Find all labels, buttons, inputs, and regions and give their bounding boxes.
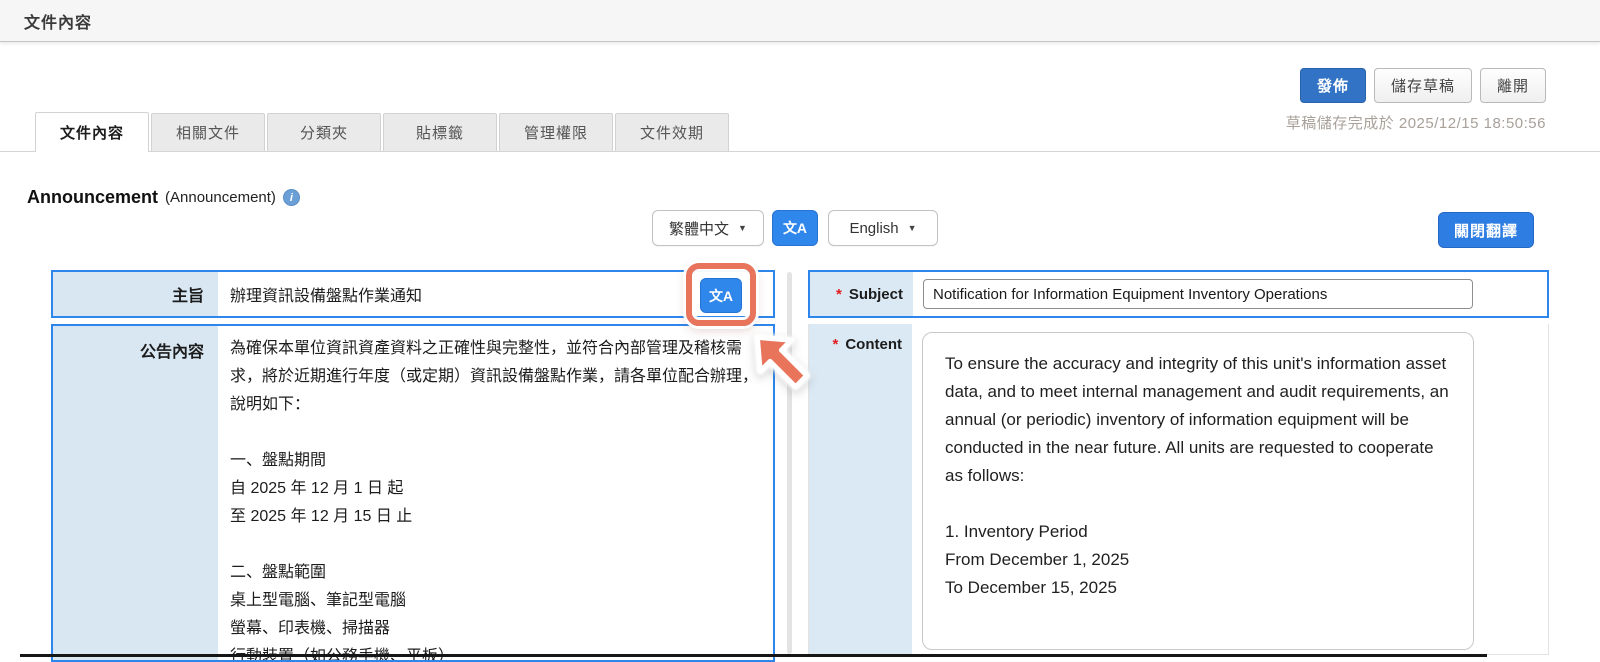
translation-content-cell: To ensure the accuracy and integrity of … [912, 324, 1548, 654]
source-language-dropdown[interactable]: 繁體中文 ▼ [652, 210, 764, 246]
tab-document-content[interactable]: 文件內容 [35, 112, 149, 152]
document-heading: Announcement (Announcement) i [27, 187, 300, 208]
subject-translate-button[interactable]: 文A [700, 278, 742, 313]
target-language-label: English [849, 220, 898, 237]
required-marker: * [833, 336, 839, 353]
leave-button[interactable]: 離開 [1480, 68, 1546, 103]
translation-content-label-text: Content [845, 336, 902, 353]
panel-scrollbar[interactable] [787, 272, 792, 654]
translation-subject-row: * Subject [808, 270, 1549, 318]
tab-bar: 文件內容 相關文件 分類夾 貼標籤 管理權限 文件效期 [0, 112, 1600, 152]
source-subject-field[interactable]: 辦理資訊設備盤點作業通知 [218, 272, 773, 316]
source-content-row: 公告內容 為確保本單位資訊資產資料之正確性與完整性，並符合內部管理及稽核需求，將… [51, 324, 775, 662]
publish-button[interactable]: 發佈 [1300, 68, 1366, 103]
save-draft-button[interactable]: 儲存草稿 [1374, 68, 1472, 103]
bottom-divider [20, 654, 1487, 657]
page-title: 文件內容 [24, 9, 92, 33]
tab-permissions[interactable]: 管理權限 [499, 113, 613, 151]
translate-button[interactable]: 文A [772, 210, 818, 246]
translation-subject-label: * Subject [810, 272, 913, 316]
document-title: Announcement [27, 187, 158, 208]
translation-subject-cell [913, 272, 1547, 316]
chevron-down-icon: ▼ [908, 223, 917, 233]
translation-content-label: * Content [809, 324, 912, 654]
info-icon[interactable]: i [283, 189, 300, 206]
close-translation-button[interactable]: 關閉翻譯 [1438, 212, 1534, 248]
document-subtitle: (Announcement) [165, 189, 276, 206]
source-language-label: 繁體中文 [669, 218, 729, 239]
translation-subject-label-text: Subject [849, 286, 903, 303]
required-marker: * [836, 286, 842, 303]
tab-tags[interactable]: 貼標籤 [383, 113, 497, 151]
source-subject-label: 主旨 [53, 272, 218, 316]
translation-content-textarea[interactable]: To ensure the accuracy and integrity of … [922, 332, 1474, 650]
action-bar: 發佈 儲存草稿 離開 [1300, 68, 1546, 103]
tab-validity[interactable]: 文件效期 [615, 113, 729, 151]
target-language-dropdown[interactable]: English ▼ [828, 210, 938, 246]
translate-icon: 文A [709, 286, 733, 306]
chevron-down-icon: ▼ [738, 223, 747, 233]
translation-content-row: * Content To ensure the accuracy and int… [808, 324, 1549, 655]
translation-subject-input[interactable] [923, 279, 1473, 309]
source-content-label: 公告內容 [53, 326, 218, 660]
translate-icon: 文A [783, 218, 807, 238]
source-subject-row: 主旨 辦理資訊設備盤點作業通知 文A [51, 270, 775, 318]
tab-related-documents[interactable]: 相關文件 [151, 113, 265, 151]
top-bar: 文件內容 [0, 0, 1600, 42]
source-content-field[interactable]: 為確保本單位資訊資產資料之正確性與完整性，並符合內部管理及稽核需求，將於近期進行… [218, 326, 773, 660]
tab-category-folder[interactable]: 分類夾 [267, 113, 381, 151]
